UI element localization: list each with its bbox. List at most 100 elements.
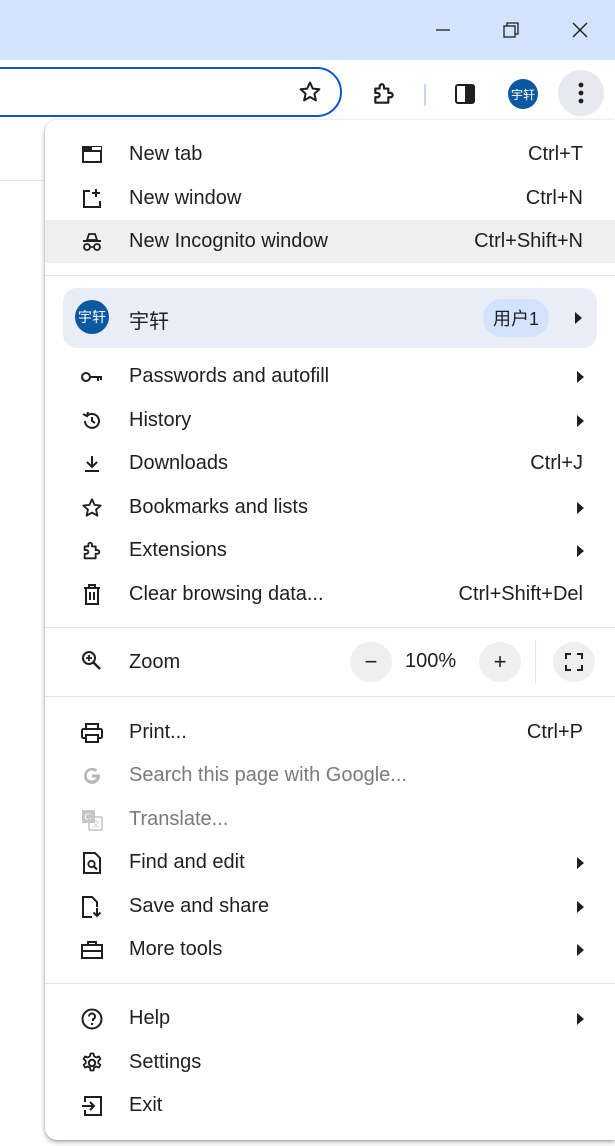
shortcut-label: Ctrl+P: [526, 721, 583, 743]
menu-item-label: Translate...: [129, 808, 229, 830]
page-divider: [0, 180, 50, 181]
translate-icon: G文: [79, 807, 105, 833]
menu-item-downloads[interactable]: Downloads Ctrl+J: [45, 442, 615, 485]
chrome-menu-button[interactable]: [558, 70, 604, 116]
new-window-icon: [79, 186, 105, 212]
trash-icon: [79, 582, 105, 608]
new-tab-icon: [79, 142, 105, 168]
address-bar[interactable]: [0, 67, 342, 117]
menu-item-passwords[interactable]: Passwords and autofill: [45, 355, 615, 398]
star-icon: [299, 81, 321, 102]
menu-item-label: New window: [129, 187, 242, 209]
menu-item-label: Downloads: [129, 452, 228, 474]
menu-item-label: Help: [129, 1007, 171, 1029]
shortcut-label: Ctrl+Shift+N: [474, 230, 583, 252]
chevron-right-icon: [577, 544, 584, 557]
menu-item-label: New tab: [129, 143, 203, 165]
extensions-icon: [374, 83, 394, 104]
zoom-in-button[interactable]: +: [479, 642, 521, 682]
menu-item-new-window[interactable]: New window Ctrl+N: [45, 177, 615, 220]
fullscreen-icon: [565, 653, 583, 671]
menu-item-history[interactable]: History: [45, 399, 615, 442]
menu-item-help[interactable]: Help: [45, 997, 615, 1040]
download-icon: [79, 451, 105, 477]
profile-button[interactable]: 宇轩: [503, 74, 543, 114]
menu-item-print[interactable]: Print... Ctrl+P: [45, 711, 615, 754]
menu-item-find-and-edit[interactable]: Find and edit: [45, 841, 615, 884]
menu-separator: [45, 275, 615, 276]
menu-item-save-and-share[interactable]: Save and share: [45, 885, 615, 928]
menu-item-settings[interactable]: Settings: [45, 1041, 615, 1084]
google-icon: [79, 763, 105, 789]
find-icon: [79, 850, 105, 876]
menu-item-label: Clear browsing data...: [129, 583, 324, 605]
kebab-menu-icon: [578, 82, 584, 104]
menu-item-label: New Incognito window: [129, 230, 328, 252]
bookmark-star-button[interactable]: [298, 80, 322, 109]
exit-icon: [79, 1093, 105, 1119]
history-icon: [79, 408, 105, 434]
title-bar: [0, 0, 615, 60]
svg-text:G: G: [85, 813, 92, 823]
key-icon: [79, 364, 105, 390]
restore-button[interactable]: [488, 8, 534, 52]
minimize-icon: [436, 29, 450, 31]
menu-item-label: Settings: [129, 1051, 202, 1073]
menu-item-label: Extensions: [129, 539, 227, 561]
menu-item-label: Exit: [129, 1094, 163, 1116]
chevron-right-icon: [577, 856, 584, 869]
menu-item-label: Find and edit: [129, 851, 245, 873]
chevron-right-icon: [577, 900, 584, 913]
side-panel-button[interactable]: [445, 74, 485, 114]
shortcut-label: Ctrl+J: [530, 452, 583, 474]
avatar: 宇轩: [75, 300, 109, 334]
shortcut-label: Ctrl+T: [528, 143, 583, 165]
menu-separator: [45, 983, 615, 984]
menu-item-new-tab[interactable]: New tab Ctrl+T: [45, 133, 615, 176]
menu-item-clear-browsing-data[interactable]: Clear browsing data... Ctrl+Shift+Del: [45, 573, 615, 616]
menu-item-label: History: [129, 409, 192, 431]
menu-item-search-with-google: Search this page with Google...: [45, 754, 615, 797]
chevron-right-icon: [577, 943, 584, 956]
close-icon: [572, 22, 588, 38]
toolbar-divider: [424, 84, 426, 106]
profile-name: 宇轩: [129, 311, 169, 333]
settings-icon: [79, 1050, 105, 1076]
zoom-label: Zoom: [129, 651, 181, 673]
close-button[interactable]: [557, 8, 603, 52]
menu-item-new-incognito-window[interactable]: New Incognito window Ctrl+Shift+N: [45, 220, 615, 263]
menu-item-label: Print...: [129, 721, 187, 743]
menu-separator: [45, 627, 615, 628]
menu-item-more-tools[interactable]: More tools: [45, 928, 615, 971]
restore-icon: [503, 22, 519, 38]
fullscreen-button[interactable]: [553, 642, 595, 682]
menu-item-label: Passwords and autofill: [129, 365, 330, 387]
zoom-divider: [535, 640, 536, 684]
minus-icon: −: [364, 649, 378, 674]
chevron-right-icon: [575, 312, 582, 324]
shortcut-label: Ctrl+Shift+Del: [458, 583, 584, 605]
side-panel-icon: [455, 84, 475, 104]
toolbox-icon: [79, 937, 105, 963]
print-icon: [79, 720, 105, 746]
profile-row[interactable]: 宇轩 宇轩 用户1: [63, 288, 597, 348]
zoom-icon: [81, 650, 103, 678]
extensions-button[interactable]: [364, 74, 404, 114]
svg-text:文: 文: [92, 819, 100, 829]
zoom-out-button[interactable]: −: [350, 642, 392, 682]
menu-item-extensions[interactable]: Extensions: [45, 529, 615, 572]
menu-item-bookmarks[interactable]: Bookmarks and lists: [45, 486, 615, 529]
save-share-icon: [79, 894, 105, 920]
avatar: 宇轩: [508, 79, 538, 109]
menu-item-label: Bookmarks and lists: [129, 496, 308, 518]
menu-item-label: More tools: [129, 938, 223, 960]
chevron-right-icon: [577, 370, 584, 383]
zoom-value: 100%: [405, 650, 457, 672]
shortcut-label: Ctrl+N: [525, 187, 583, 209]
minimize-button[interactable]: [420, 8, 466, 52]
zoom-row: Zoom − 100% +: [45, 640, 615, 684]
menu-item-exit[interactable]: Exit: [45, 1084, 615, 1127]
chrome-menu: New tab Ctrl+T New window Ctrl+N New Inc…: [45, 120, 615, 1140]
plus-icon: +: [493, 649, 507, 674]
menu-separator: [45, 696, 615, 697]
